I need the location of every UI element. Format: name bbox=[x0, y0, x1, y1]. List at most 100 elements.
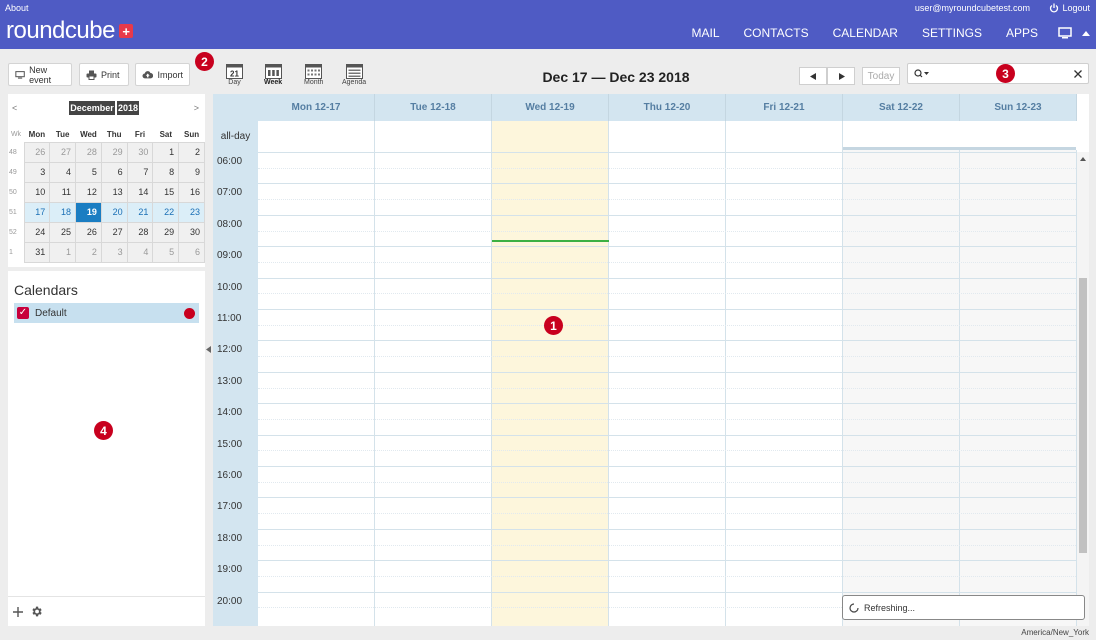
mini-day-cell[interactable]: 2 bbox=[178, 141, 205, 163]
mini-day-cell[interactable]: 18 bbox=[49, 201, 77, 223]
today-button[interactable]: Today bbox=[862, 67, 900, 85]
day-header[interactable]: Wed 12-19 bbox=[492, 94, 609, 121]
mini-day-cell[interactable]: 6 bbox=[100, 161, 128, 183]
next-week-button[interactable] bbox=[827, 67, 855, 85]
mini-year-select[interactable]: 2018 bbox=[117, 101, 139, 115]
nav-mail[interactable]: MAIL bbox=[691, 26, 719, 40]
view-agenda-button[interactable]: Agenda bbox=[342, 64, 366, 86]
mini-day-cell[interactable]: 20 bbox=[100, 201, 128, 223]
scrollbar-thumb[interactable] bbox=[1079, 278, 1087, 553]
mini-day-cell[interactable]: 26 bbox=[75, 221, 102, 243]
mini-day-cell[interactable]: 12 bbox=[75, 181, 102, 203]
nav-contacts[interactable]: CONTACTS bbox=[744, 26, 809, 40]
mini-day-cell[interactable]: 15 bbox=[152, 181, 180, 203]
calendar-name: Default bbox=[35, 307, 67, 319]
prev-week-button[interactable] bbox=[799, 67, 827, 85]
import-button[interactable]: Import bbox=[135, 63, 190, 86]
user-email: user@myroundcubetest.com bbox=[914, 3, 1030, 13]
add-calendar-icon[interactable] bbox=[12, 606, 24, 618]
mini-day-cell[interactable]: 1 bbox=[49, 241, 77, 263]
mini-day-cell[interactable]: 30 bbox=[178, 221, 205, 243]
mini-week-number[interactable]: 50 bbox=[8, 182, 24, 202]
view-month-button[interactable]: Month bbox=[304, 64, 323, 86]
day-column[interactable] bbox=[258, 121, 375, 626]
agenda-view-icon bbox=[345, 64, 363, 79]
grid-scrollbar[interactable] bbox=[1077, 152, 1089, 626]
mini-day-cell[interactable]: 30 bbox=[126, 141, 154, 163]
about-link[interactable]: About bbox=[5, 3, 29, 13]
mini-day-cell[interactable]: 1 bbox=[152, 141, 180, 163]
mini-day-cell[interactable]: 24 bbox=[23, 221, 51, 243]
mini-day-cell[interactable]: 13 bbox=[100, 181, 128, 203]
gear-icon[interactable] bbox=[30, 605, 43, 618]
mini-day-cell[interactable]: 16 bbox=[178, 181, 205, 203]
mini-day-cell[interactable]: 9 bbox=[178, 161, 205, 183]
mini-day-cell[interactable]: 22 bbox=[152, 201, 180, 223]
mini-month-select[interactable]: December bbox=[69, 101, 115, 115]
day-header[interactable]: Sun 12-23 bbox=[960, 94, 1077, 121]
mini-day-cell[interactable]: 4 bbox=[126, 241, 154, 263]
mini-day-cell[interactable]: 31 bbox=[23, 241, 51, 263]
mini-day-cell[interactable]: 28 bbox=[126, 221, 154, 243]
mini-day-cell[interactable]: 2 bbox=[75, 241, 102, 263]
scroll-up-icon[interactable] bbox=[1080, 157, 1086, 161]
mini-day-cell[interactable]: 27 bbox=[49, 141, 77, 163]
mini-day-cell[interactable]: 26 bbox=[23, 141, 51, 163]
collapse-header-icon[interactable] bbox=[1082, 30, 1090, 36]
monitor-icon[interactable] bbox=[1058, 27, 1072, 39]
day-header[interactable]: Sat 12-22 bbox=[843, 94, 960, 121]
mini-day-cell[interactable]: 21 bbox=[126, 201, 154, 223]
mini-day-cell[interactable]: 14 bbox=[126, 181, 154, 203]
day-header[interactable]: Fri 12-21 bbox=[726, 94, 843, 121]
mini-next-month[interactable]: > bbox=[194, 103, 199, 113]
mini-day-cell[interactable]: 3 bbox=[23, 161, 51, 183]
mini-day-cell[interactable]: 29 bbox=[152, 221, 180, 243]
mini-day-cell[interactable]: 6 bbox=[178, 241, 205, 263]
mini-weekday-header: Wed bbox=[80, 129, 97, 139]
day-column[interactable] bbox=[375, 121, 492, 626]
mini-week-number[interactable]: 52 bbox=[8, 222, 24, 242]
roundcube-logo[interactable]: roundcube + bbox=[6, 19, 133, 43]
mini-week-number[interactable]: 51 bbox=[8, 202, 24, 222]
mini-day-cell[interactable]: 5 bbox=[75, 161, 102, 183]
collapse-sidebar-icon[interactable] bbox=[206, 346, 211, 353]
mini-day-cell[interactable]: 27 bbox=[100, 221, 128, 243]
print-button[interactable]: Print bbox=[79, 63, 129, 86]
mini-week-number[interactable]: 1 bbox=[8, 242, 24, 262]
calendar-item-default[interactable]: ✓ Default bbox=[14, 303, 199, 323]
day-header[interactable]: Tue 12-18 bbox=[375, 94, 492, 121]
checkbox-checked-icon[interactable]: ✓ bbox=[17, 307, 29, 319]
new-event-button[interactable]: New event bbox=[8, 63, 72, 86]
spinner-icon bbox=[849, 602, 859, 613]
mini-day-cell[interactable]: 3 bbox=[100, 241, 128, 263]
clear-search-icon[interactable] bbox=[1074, 70, 1082, 78]
mini-day-cell[interactable]: 25 bbox=[49, 221, 77, 243]
mini-prev-month[interactable]: < bbox=[12, 103, 17, 113]
mini-day-cell[interactable]: 23 bbox=[178, 201, 205, 223]
mini-day-cell[interactable]: 7 bbox=[126, 161, 154, 183]
mini-day-cell[interactable]: 4 bbox=[49, 161, 77, 183]
mini-day-cell[interactable]: 5 bbox=[152, 241, 180, 263]
mini-day-cell[interactable]: 29 bbox=[100, 141, 128, 163]
day-header[interactable]: Thu 12-20 bbox=[609, 94, 726, 121]
view-week-button[interactable]: Week bbox=[264, 64, 282, 86]
mini-day-cell[interactable]: 10 bbox=[23, 181, 51, 203]
nav-calendar[interactable]: CALENDAR bbox=[833, 26, 898, 40]
current-time-line bbox=[492, 240, 609, 242]
mini-calendar-grid: Wk Mon Tue Wed Thu Fri Sat Sun 48 26 27 28 29 30 1 2 49… bbox=[8, 127, 205, 263]
nav-settings[interactable]: SETTINGS bbox=[922, 26, 982, 40]
logout-link[interactable]: Logout bbox=[1049, 3, 1090, 13]
day-header[interactable]: Mon 12-17 bbox=[258, 94, 375, 121]
view-day-button[interactable]: 21 Day bbox=[226, 64, 243, 86]
mini-day-cell[interactable]: 28 bbox=[75, 141, 102, 163]
nav-apps[interactable]: APPS bbox=[1006, 26, 1038, 40]
mini-day-cell[interactable]: 8 bbox=[152, 161, 180, 183]
mini-week-number[interactable]: 49 bbox=[8, 162, 24, 182]
mini-day-cell[interactable]: 19 bbox=[75, 201, 102, 223]
mini-week-number[interactable]: 48 bbox=[8, 142, 24, 162]
day-column[interactable] bbox=[492, 121, 609, 626]
day-column[interactable] bbox=[609, 121, 726, 626]
day-column[interactable] bbox=[726, 121, 843, 626]
mini-day-cell[interactable]: 17 bbox=[23, 201, 51, 223]
mini-day-cell[interactable]: 11 bbox=[49, 181, 77, 203]
